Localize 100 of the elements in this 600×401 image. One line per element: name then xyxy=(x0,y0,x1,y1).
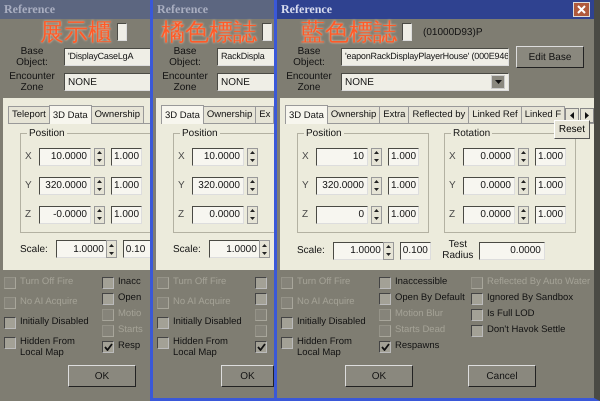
checkbox-label: Resp xyxy=(118,341,140,352)
tab[interactable]: Ownership xyxy=(326,106,380,123)
checkbox[interactable] xyxy=(471,309,483,321)
dropdown-field[interactable]: NONE xyxy=(217,73,274,91)
dialog-button[interactable]: Cancel xyxy=(468,365,536,387)
checkbox[interactable] xyxy=(102,277,114,289)
checkbox[interactable] xyxy=(281,337,293,349)
checkbox[interactable] xyxy=(379,293,391,305)
tab[interactable]: Ownership xyxy=(202,106,256,123)
spin-button[interactable] xyxy=(106,240,117,258)
step-field[interactable]: 1.000 xyxy=(388,176,420,194)
checkbox[interactable] xyxy=(255,293,267,305)
tab[interactable]: Extra xyxy=(379,106,410,123)
number-field[interactable]: 0.0000 xyxy=(463,206,515,224)
text-field[interactable] xyxy=(117,23,127,41)
up-arrow-icon xyxy=(521,209,526,212)
step-field[interactable]: 1.000 xyxy=(388,206,420,224)
number-field[interactable]: 10.0000 xyxy=(39,148,91,166)
spin-button[interactable] xyxy=(371,206,382,224)
number-field[interactable]: 1.0000 xyxy=(56,240,108,258)
checkbox[interactable] xyxy=(255,277,267,289)
reset-button[interactable]: Reset xyxy=(554,120,590,139)
number-field[interactable]: -0.0000 xyxy=(39,206,91,224)
spin-button[interactable] xyxy=(258,240,270,258)
checkbox[interactable] xyxy=(471,325,483,337)
edit-base-button[interactable]: Edit Base xyxy=(516,46,584,68)
spin-button[interactable] xyxy=(94,206,105,224)
spin-button[interactable] xyxy=(94,176,105,194)
step-field[interactable]: 0.10 xyxy=(122,240,150,258)
dropdown-field[interactable]: NONE xyxy=(64,73,150,91)
tab[interactable]: 3D Data xyxy=(48,104,92,124)
checkbox[interactable] xyxy=(102,341,114,353)
number-field[interactable]: 0 xyxy=(316,206,368,224)
checkbox[interactable] xyxy=(379,341,391,353)
dialog-button[interactable]: OK xyxy=(345,365,413,387)
number-field[interactable]: 320.0000 xyxy=(316,176,368,194)
step-field[interactable]: 1.000 xyxy=(111,148,142,166)
number-field[interactable]: 0.0000 xyxy=(192,206,244,224)
tab[interactable]: 3D Data xyxy=(161,104,204,124)
number-field[interactable]: 320.0000 xyxy=(39,176,91,194)
spin-button[interactable] xyxy=(94,148,105,166)
number-field[interactable]: 1.0000 xyxy=(208,240,261,258)
checkbox[interactable] xyxy=(4,337,16,349)
close-button[interactable] xyxy=(573,2,590,17)
tab[interactable]: 3D Data xyxy=(285,104,328,124)
checkbox[interactable] xyxy=(102,293,114,305)
number-field[interactable]: 0.0000 xyxy=(463,176,515,194)
axis-label: Y xyxy=(449,179,457,193)
step-field[interactable]: 1.000 xyxy=(388,148,420,166)
number-field[interactable]: 320.0000 xyxy=(192,176,244,194)
checkbox[interactable] xyxy=(157,337,169,349)
tab[interactable]: Linked Ref xyxy=(468,106,522,123)
text-field[interactable]: RackDispla xyxy=(217,48,274,66)
checkbox[interactable] xyxy=(4,317,16,329)
axis-label: Y xyxy=(178,179,186,193)
checkbox[interactable] xyxy=(157,317,169,329)
spin-button[interactable] xyxy=(247,206,258,224)
checkbox[interactable] xyxy=(255,341,267,353)
step-field[interactable]: 1.000 xyxy=(111,206,142,224)
dropdown-field[interactable]: NONE xyxy=(341,73,509,91)
step-field[interactable]: 0.100 xyxy=(400,242,431,260)
spin-button[interactable] xyxy=(247,176,258,194)
dialog-button[interactable]: OK xyxy=(68,365,136,387)
spin-button[interactable] xyxy=(371,148,382,166)
spin-button[interactable] xyxy=(518,176,529,194)
step-field[interactable]: 1.000 xyxy=(535,148,566,166)
tab[interactable]: Teleport xyxy=(8,106,50,123)
field-label: Scale: xyxy=(20,242,48,256)
axis-label: X xyxy=(302,150,310,164)
text-field[interactable] xyxy=(262,23,272,41)
tab[interactable]: Linked F xyxy=(520,106,566,123)
number-field[interactable]: 10.0000 xyxy=(192,148,244,166)
spin-button[interactable] xyxy=(382,242,394,260)
tab[interactable]: Reflected by xyxy=(408,106,470,123)
text-field[interactable] xyxy=(402,23,412,41)
step-field[interactable]: 1.000 xyxy=(535,206,566,224)
left-arrow-icon xyxy=(570,112,574,119)
caption-text: 橘色標誌 xyxy=(161,20,257,44)
tab[interactable]: Ownership xyxy=(90,106,144,123)
down-arrow-icon xyxy=(374,188,379,191)
field-label: Scale: xyxy=(297,244,325,258)
down-arrow-icon xyxy=(250,159,255,162)
checkbox[interactable] xyxy=(379,277,391,289)
checkbox[interactable] xyxy=(471,293,483,305)
field-label: Scale: xyxy=(173,242,201,256)
step-field[interactable]: 1.000 xyxy=(111,176,142,194)
spin-button[interactable] xyxy=(371,176,382,194)
number-field[interactable]: 10 xyxy=(316,148,368,166)
close-icon xyxy=(577,5,586,14)
text-field[interactable]: 'DisplayCaseLgA xyxy=(64,48,150,66)
dialog-button[interactable]: OK xyxy=(221,365,274,387)
tab[interactable]: Ex xyxy=(255,106,274,123)
spin-button[interactable] xyxy=(518,148,529,166)
spin-button[interactable] xyxy=(518,206,529,224)
step-field[interactable]: 1.000 xyxy=(535,176,566,194)
number-field[interactable]: 0.0000 xyxy=(478,242,545,260)
number-field[interactable]: 0.0000 xyxy=(463,148,515,166)
spin-button[interactable] xyxy=(247,148,258,166)
number-field[interactable]: 1.0000 xyxy=(332,242,385,260)
checkbox[interactable] xyxy=(281,317,293,329)
